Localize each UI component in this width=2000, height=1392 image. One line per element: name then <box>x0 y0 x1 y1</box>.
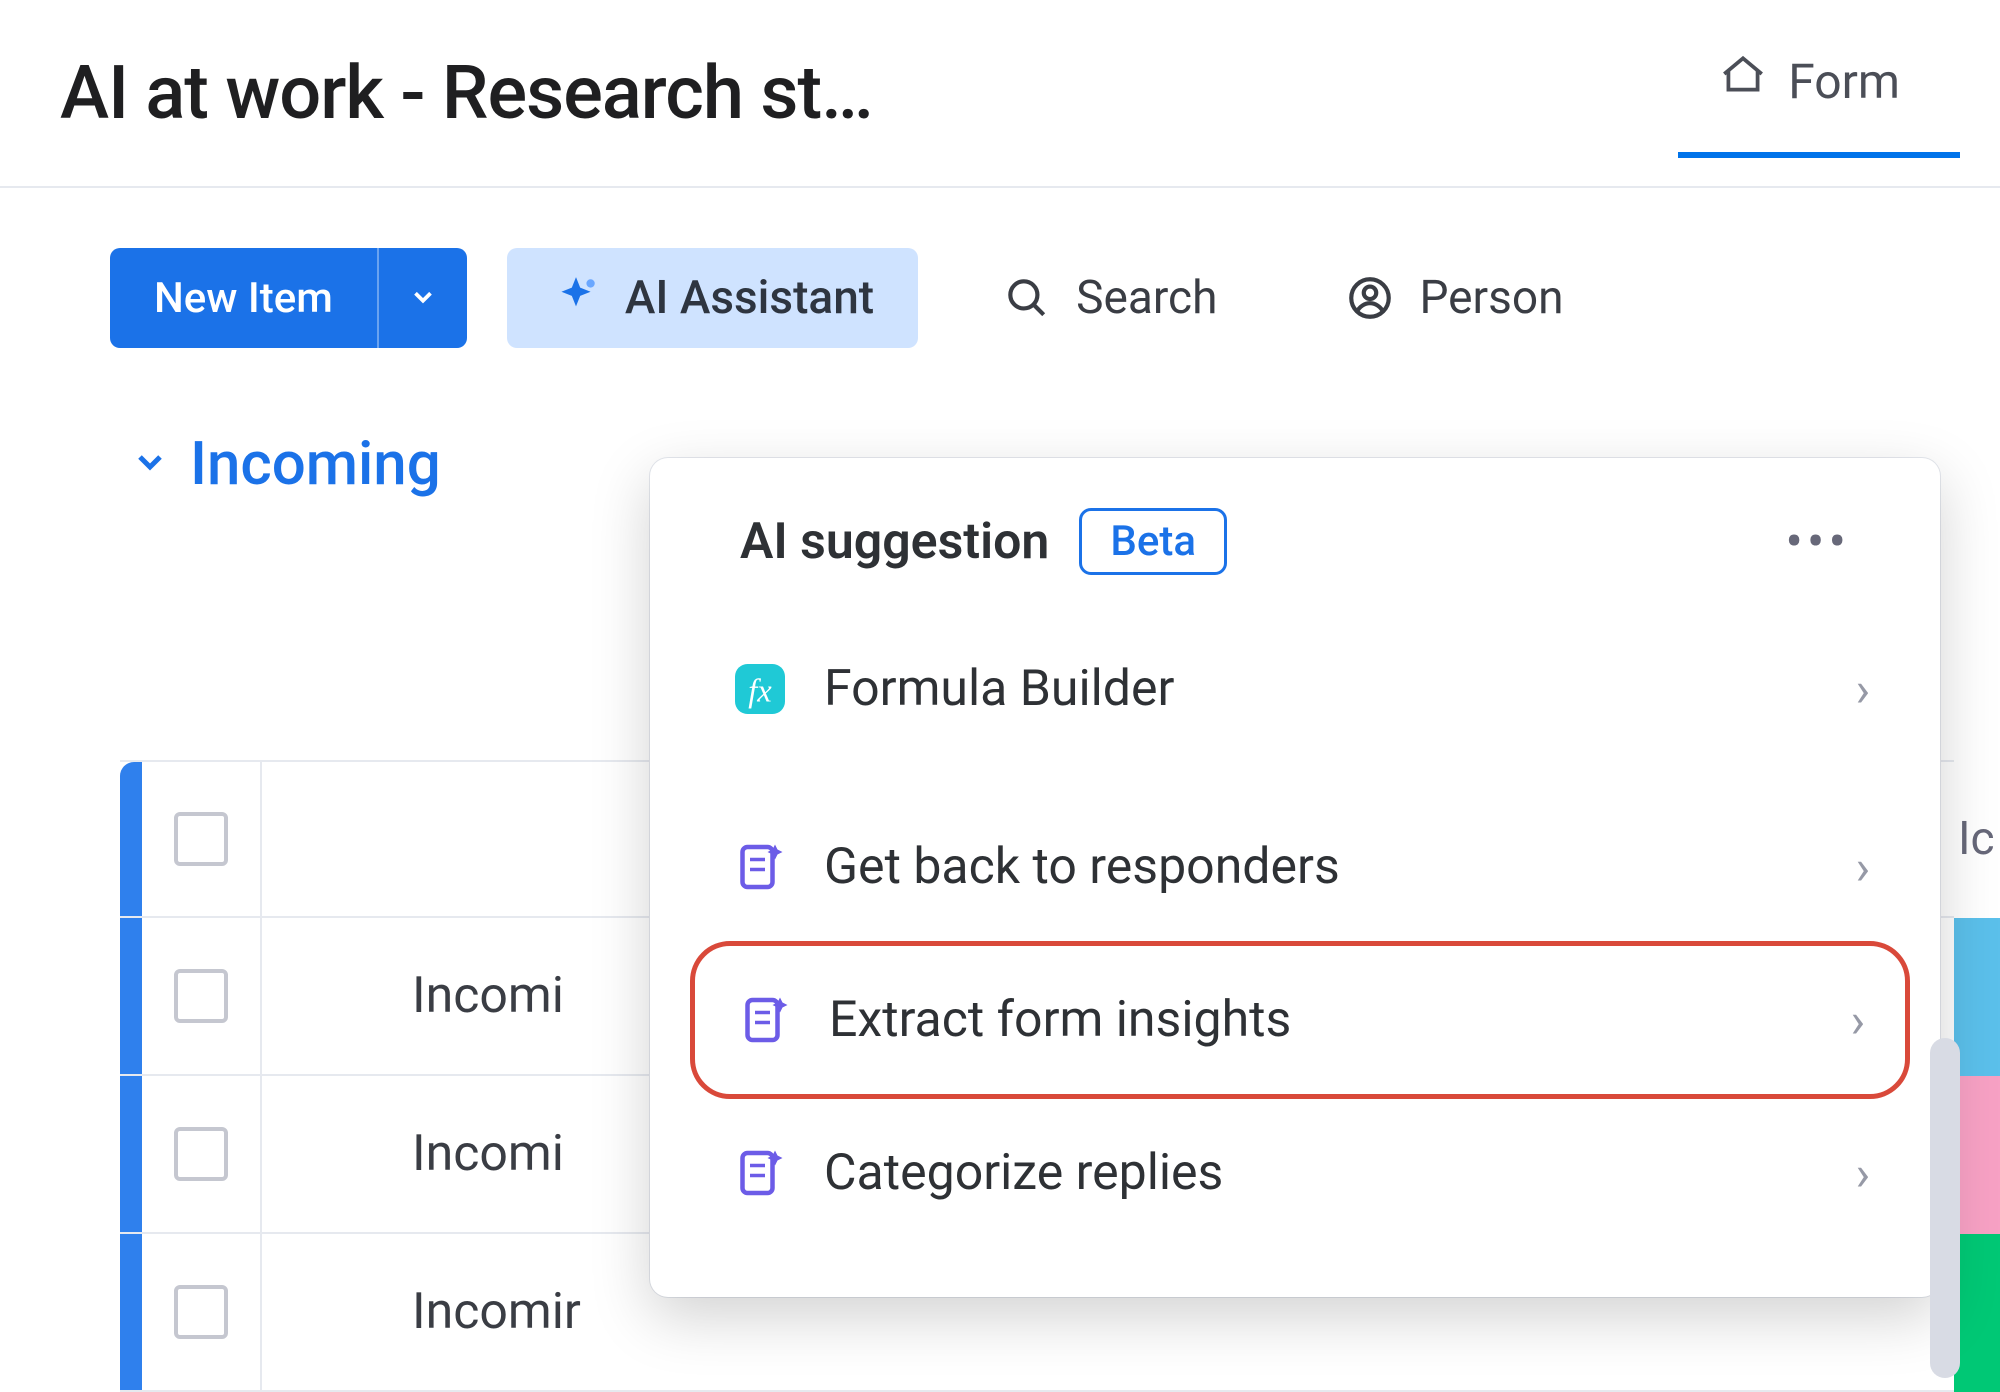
chevron-down-icon <box>408 274 438 323</box>
chevron-right-icon: › <box>1851 992 1865 1049</box>
group-name[interactable]: Incoming <box>190 428 441 499</box>
search-button[interactable]: Search <box>958 248 1261 348</box>
group-color-bar <box>120 918 142 1074</box>
popover-scrollbar[interactable] <box>1930 1038 1960 1378</box>
divider <box>690 763 1910 793</box>
toolbar: New Item AI Assistant Search Person <box>0 188 2000 408</box>
menu-item-label: Formula Builder <box>824 660 1174 718</box>
more-options-button[interactable]: ••• <box>1785 511 1870 572</box>
menu-item-get-back-to-responders[interactable]: Get back to responders › <box>690 793 1910 941</box>
search-icon <box>1002 273 1052 323</box>
row-select-cell[interactable] <box>142 1234 262 1390</box>
new-item-label[interactable]: New Item <box>110 248 379 348</box>
new-item-button[interactable]: New Item <box>110 248 467 348</box>
status-cell[interactable] <box>1954 1234 2000 1392</box>
chevron-right-icon: › <box>1856 661 1870 718</box>
checkbox[interactable] <box>174 1127 228 1181</box>
row-select-cell[interactable] <box>142 918 262 1074</box>
sparkle-icon <box>551 273 601 323</box>
ai-assistant-button[interactable]: AI Assistant <box>507 248 918 348</box>
formula-icon: fx <box>730 659 790 719</box>
menu-item-label: Extract form insights <box>829 991 1291 1049</box>
checkbox[interactable] <box>174 812 228 866</box>
tab-underline <box>1678 152 1960 158</box>
status-header-fragment: Ic <box>1954 760 2000 918</box>
select-all-cell[interactable] <box>142 762 262 916</box>
svg-text:fx: fx <box>748 674 772 710</box>
person-filter-button[interactable]: Person <box>1301 248 1607 348</box>
board-title[interactable]: AI at work - Research st… <box>60 50 1678 137</box>
ai-assistant-label: AI Assistant <box>625 271 874 325</box>
popover-title: AI suggestion <box>740 513 1049 571</box>
status-cell[interactable] <box>1954 1076 2000 1234</box>
tab-form-label: Form <box>1788 53 1900 110</box>
tab-form[interactable]: Form <box>1678 30 1940 156</box>
doc-sparkle-icon <box>730 837 790 897</box>
menu-item-categorize-replies[interactable]: Categorize replies › <box>690 1099 1910 1247</box>
new-item-dropdown[interactable] <box>379 248 467 348</box>
chevron-down-icon <box>130 442 170 486</box>
person-icon <box>1345 273 1395 323</box>
board-header: AI at work - Research st… Form <box>0 0 2000 188</box>
row-select-cell[interactable] <box>142 1076 262 1232</box>
menu-item-label: Categorize replies <box>824 1144 1223 1202</box>
chevron-right-icon: › <box>1856 839 1870 896</box>
popover-header: AI suggestion Beta ••• <box>690 508 1910 615</box>
checkbox[interactable] <box>174 969 228 1023</box>
menu-item-label: Get back to responders <box>824 838 1340 896</box>
ai-suggestion-popover: AI suggestion Beta ••• fx Formula Builde… <box>650 458 1940 1297</box>
group-color-bar <box>120 762 142 916</box>
beta-badge: Beta <box>1079 508 1227 575</box>
doc-sparkle-icon <box>730 1143 790 1203</box>
group-color-bar <box>120 1234 142 1390</box>
group-color-bar <box>120 1076 142 1232</box>
menu-item-extract-form-insights[interactable]: Extract form insights › <box>690 941 1910 1099</box>
checkbox[interactable] <box>174 1285 228 1339</box>
chevron-right-icon: › <box>1856 1145 1870 1202</box>
person-label: Person <box>1419 271 1563 325</box>
doc-sparkle-icon <box>735 990 795 1050</box>
status-column-peek: Ic <box>1954 760 2000 1392</box>
status-cell[interactable] <box>1954 918 2000 1076</box>
menu-item-formula-builder[interactable]: fx Formula Builder › <box>690 615 1910 763</box>
home-icon <box>1718 50 1768 112</box>
search-label: Search <box>1076 271 1217 325</box>
